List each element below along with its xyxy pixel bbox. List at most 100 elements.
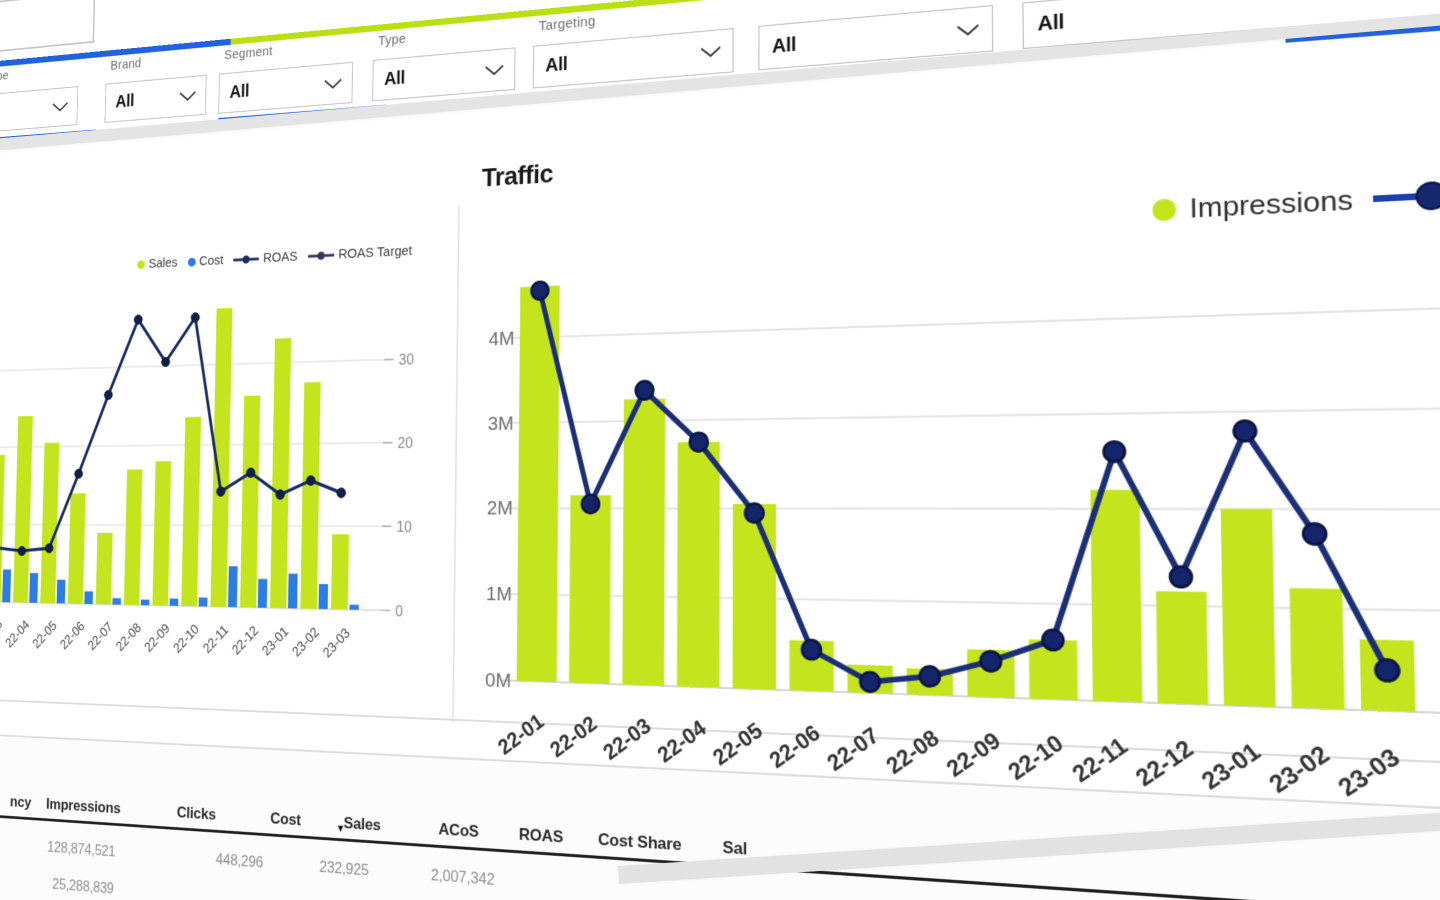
gridline — [506, 300, 1440, 339]
table-header-ncy[interactable]: ncy — [0, 792, 32, 812]
filter-dropdown-type[interactable]: All — [372, 47, 516, 102]
roas-point[interactable] — [191, 313, 199, 322]
roas-point[interactable] — [134, 315, 142, 324]
cost-bar[interactable] — [29, 572, 39, 603]
roas-point[interactable] — [306, 476, 315, 486]
impressions-bar[interactable] — [568, 495, 611, 685]
sales-bar[interactable] — [67, 493, 86, 604]
sales-bar[interactable] — [300, 381, 321, 609]
table-header-sal[interactable]: Sal — [723, 838, 748, 860]
sales-bar[interactable] — [240, 395, 261, 608]
chevron-down-icon[interactable] — [956, 23, 979, 37]
traffic-line-point[interactable] — [1170, 566, 1192, 587]
filter-value: All — [772, 33, 797, 58]
x-axis-category-label: 22-04 — [3, 617, 32, 651]
chevron-down-icon[interactable] — [700, 45, 721, 58]
sales-bar[interactable] — [210, 307, 233, 607]
roas-point[interactable] — [75, 469, 83, 478]
table-cell: 448,296 — [215, 851, 264, 872]
x-axis-category-label: 23-01 — [1197, 738, 1267, 795]
traffic-line-point[interactable] — [1104, 441, 1125, 461]
traffic-line-point[interactable] — [1303, 523, 1326, 544]
x-axis-category-label: 22-10 — [171, 621, 202, 656]
cost-bar[interactable] — [2, 569, 12, 603]
x-axis-category-label: 22-06 — [765, 721, 825, 774]
filter-dropdown-brand[interactable]: All — [104, 74, 207, 123]
impressions-bar[interactable] — [1220, 509, 1276, 708]
x-axis-category-label: 22-12 — [1131, 736, 1199, 793]
impressions-bar[interactable] — [676, 441, 720, 688]
cost-bar[interactable] — [140, 599, 150, 606]
x-axis-category-label: 22-08 — [113, 620, 143, 654]
cost-bar[interactable] — [56, 579, 66, 604]
table-header-cost[interactable]: Cost — [270, 809, 301, 830]
chevron-down-icon[interactable] — [485, 64, 504, 77]
filter-label-segment: Segment — [223, 43, 273, 63]
traffic-line-point[interactable] — [636, 381, 654, 400]
x-axis-category-label: 23-01 — [259, 623, 291, 658]
sales-bar[interactable] — [40, 442, 60, 604]
cost-bar[interactable] — [169, 598, 179, 606]
table-header-roas[interactable]: ROAS — [519, 825, 563, 848]
x-axis-category-label: 22-03 — [0, 616, 5, 649]
roas-point[interactable] — [18, 546, 26, 555]
traffic-line-point[interactable] — [690, 433, 708, 452]
filter-dropdown-campaign-type[interactable]: All — [0, 86, 79, 138]
roas-point[interactable] — [246, 468, 255, 477]
roas-point[interactable] — [276, 490, 285, 499]
table-header-clicks[interactable]: Clicks — [177, 803, 216, 824]
sales-bar[interactable] — [331, 534, 349, 610]
cost-bar[interactable] — [198, 597, 208, 607]
y-axis-tick-label: 10 — [396, 519, 411, 536]
filter-label-brand: Brand — [110, 55, 142, 74]
traffic-line-point[interactable] — [1375, 659, 1399, 681]
chevron-down-icon[interactable] — [179, 90, 196, 102]
impressions-bar[interactable] — [622, 398, 666, 686]
traffic-line-point[interactable] — [860, 672, 880, 692]
cost-bar[interactable] — [228, 566, 238, 608]
cost-bar[interactable] — [349, 604, 359, 610]
traffic-chart: 0M 1M 2M 3M 4M 22-0122-0222-0322-0422-0522-06… — [485, 127, 1440, 803]
chevron-down-icon[interactable] — [324, 78, 342, 90]
sales-bar[interactable] — [13, 415, 33, 603]
impressions-bar[interactable] — [1156, 591, 1209, 705]
sales-bar[interactable] — [95, 532, 113, 605]
chevron-down-icon[interactable] — [52, 101, 68, 112]
impressions-bar[interactable] — [1289, 588, 1345, 710]
traffic-line-point[interactable] — [745, 504, 764, 523]
traffic-line-point[interactable] — [980, 651, 1001, 672]
filter-label-campaign-type: Campaign Type — [0, 68, 9, 89]
impressions-bar[interactable] — [732, 504, 776, 690]
table-header-sales[interactable]: Sales — [343, 814, 380, 835]
x-axis-category-label: 22-11 — [1068, 733, 1134, 788]
cost-bar[interactable] — [257, 578, 268, 608]
cost-bar[interactable] — [112, 598, 121, 605]
cost-bar[interactable] — [318, 584, 329, 610]
table-header-acos[interactable]: ACoS — [438, 820, 479, 842]
filter-value: All — [545, 53, 568, 76]
cost-bar[interactable] — [84, 591, 93, 605]
sales-bar[interactable] — [123, 469, 143, 606]
gridline — [0, 360, 389, 375]
traffic-line-point[interactable] — [920, 666, 940, 686]
filter-dropdown-segment[interactable]: All — [218, 61, 353, 114]
filter-value: All — [115, 91, 135, 112]
sort-desc-icon[interactable]: ▼ — [336, 823, 345, 835]
roas-point[interactable] — [337, 488, 346, 498]
sales-bar[interactable] — [152, 461, 172, 606]
traffic-line-point[interactable] — [1234, 421, 1256, 442]
sales-bar[interactable] — [270, 338, 292, 609]
y-axis-tick-label: 3M — [488, 413, 514, 435]
roas-point[interactable] — [104, 390, 112, 399]
traffic-line-point[interactable] — [531, 281, 548, 300]
cost-bar[interactable] — [287, 573, 298, 609]
roas-point[interactable] — [161, 357, 169, 366]
impressions-bar[interactable] — [1090, 489, 1143, 703]
traffic-line-point[interactable] — [582, 495, 600, 513]
roas-point[interactable] — [45, 544, 53, 553]
traffic-line-point[interactable] — [802, 640, 821, 660]
filter-value: All — [1037, 10, 1065, 36]
traffic-line-point[interactable] — [1042, 630, 1063, 651]
x-axis-category-label: 22-04 — [653, 716, 710, 768]
roas-point[interactable] — [217, 487, 225, 496]
